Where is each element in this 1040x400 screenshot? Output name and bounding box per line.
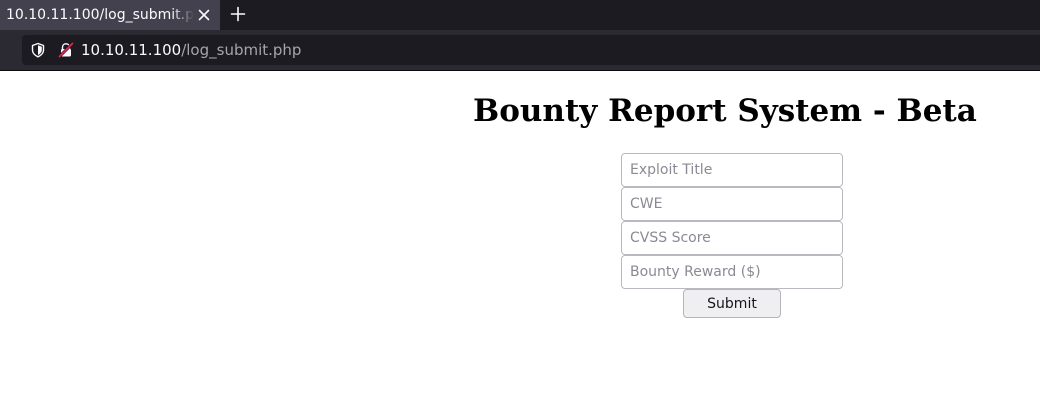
url-bar[interactable]: 10.10.11.100/log_submit.php [22, 35, 1040, 65]
cvss-score-input[interactable] [621, 221, 843, 255]
bounty-reward-input[interactable] [621, 255, 843, 289]
active-tab[interactable]: 10.10.11.100/log_submit.php [0, 0, 220, 30]
exploit-title-input[interactable] [621, 153, 843, 187]
navigation-toolbar: 10.10.11.100/log_submit.php [0, 30, 1040, 70]
submit-button[interactable]: Submit [683, 289, 781, 318]
plus-icon[interactable] [228, 4, 248, 24]
page-content: Bounty Report System - Beta Submit [0, 71, 1040, 400]
tab-title: 10.10.11.100/log_submit.php [6, 7, 194, 23]
shield-icon[interactable] [30, 42, 46, 58]
page-title: Bounty Report System - Beta [473, 93, 977, 129]
insecure-lock-icon[interactable] [58, 42, 74, 58]
tab-strip: 10.10.11.100/log_submit.php [0, 0, 1040, 30]
close-icon[interactable] [196, 6, 212, 24]
url-host: 10.10.11.100 [81, 41, 182, 59]
url-text[interactable]: 10.10.11.100/log_submit.php [81, 41, 301, 59]
url-path: /log_submit.php [181, 41, 302, 59]
cwe-input[interactable] [621, 187, 843, 221]
